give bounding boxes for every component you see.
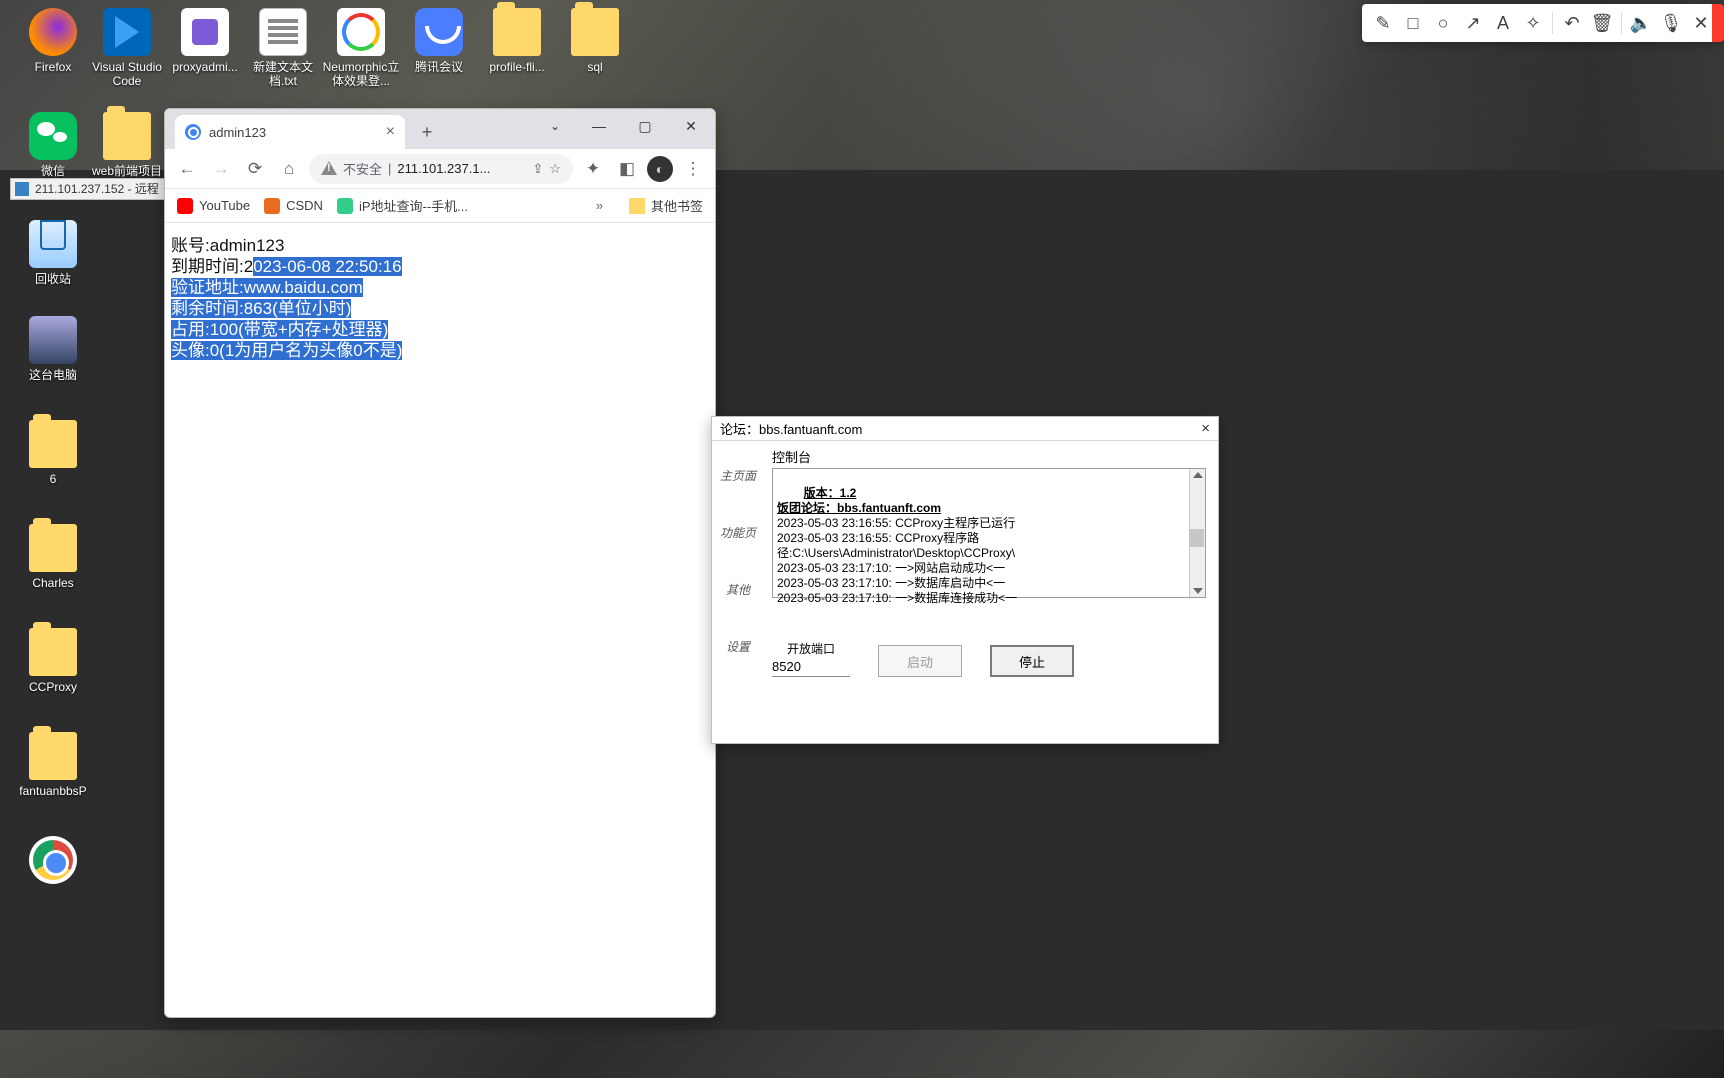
page-line-usage: 占用:100(带宽+内存+处理器) — [171, 319, 709, 340]
page-line-verify: 验证地址:www.baidu.com — [171, 277, 709, 298]
console-side-tabs: 主页面 功能页 其他 设置 — [712, 441, 764, 743]
arrow-icon[interactable]: ↗ — [1458, 8, 1488, 38]
icon-sql[interactable]: sql — [556, 8, 634, 74]
icon-fantuanbbsp[interactable]: fantuanbbsP — [14, 732, 92, 798]
icon-web-frontend[interactable]: web前端项目 — [88, 112, 166, 178]
log-body: 2023-05-03 23:16:55: CCProxy主程序已运行 2023-… — [777, 516, 1017, 605]
page-line-remaining: 剩余时间:863(单位小时) — [171, 298, 709, 319]
address-bar[interactable]: 不安全 | 211.101.237.1... ⇪ ☆ — [309, 154, 573, 184]
chrome-window: admin123 × + ⌄ — ▢ ✕ ← → ⟳ ⌂ 不安全 | 211.1… — [164, 108, 716, 1018]
icon-proxyadmin[interactable]: proxyadmi... — [166, 8, 244, 74]
icon-wechat[interactable]: 微信 — [14, 112, 92, 178]
console-panel-label: 控制台 — [772, 447, 1206, 466]
insecure-warning-icon — [321, 161, 337, 177]
icon-ccproxy[interactable]: CCProxy — [14, 628, 92, 694]
start-button[interactable]: 启动 — [878, 645, 962, 677]
bookmark-ip-lookup[interactable]: iP地址查询--手机... — [337, 196, 468, 215]
chevron-down-icon[interactable]: ⌄ — [535, 111, 575, 141]
trash-icon[interactable]: 🗑 — [1587, 8, 1617, 38]
icon-recycle-bin[interactable]: 回收站 — [14, 210, 92, 286]
page-line-expiry: 到期时间:2023-06-08 22:50:16 — [171, 256, 709, 277]
chrome-toolbar: ← → ⟳ ⌂ 不安全 | 211.101.237.1... ⇪ ☆ ✦ ◧ ◐… — [165, 149, 715, 189]
url-text: 211.101.237.1... — [397, 161, 490, 176]
page-line-account: 账号:admin123 — [171, 235, 709, 256]
text-icon[interactable]: A — [1488, 8, 1518, 38]
console-window: 论坛：bbs.fantuanft.com × 主页面 功能页 其他 设置 控制台… — [711, 416, 1219, 744]
tab-other[interactable]: 其他 — [726, 581, 750, 598]
icon-profile-fli[interactable]: profile-fli... — [478, 8, 556, 74]
maximize-button[interactable]: ▢ — [623, 111, 667, 141]
url-separator: | — [388, 161, 391, 176]
icon-firefox[interactable]: Firefox — [14, 8, 92, 74]
chrome-tabstrip: admin123 × + ⌄ — ▢ ✕ — [165, 109, 715, 149]
bookmarks-overflow[interactable]: » — [596, 198, 603, 213]
search-icon — [185, 124, 201, 140]
icon-charles[interactable]: Charles — [14, 524, 92, 590]
chrome-tab[interactable]: admin123 × — [175, 115, 405, 149]
icon-chrome[interactable] — [14, 836, 92, 888]
page-line-avatar: 头像:0(1为用户名为头像0不是) — [171, 340, 709, 361]
icon-neumorphic[interactable]: Neumorphic立体效果登... — [322, 8, 400, 88]
console-titlebar[interactable]: 论坛：bbs.fantuanft.com × — [712, 417, 1218, 441]
circle-icon[interactable]: ○ — [1428, 8, 1458, 38]
icon-vscode[interactable]: Visual Studio Code — [88, 8, 166, 88]
port-input[interactable] — [772, 657, 850, 677]
home-button[interactable]: ⌂ — [275, 155, 303, 183]
reload-button[interactable]: ⟳ — [241, 155, 269, 183]
bookmarks-bar: YouTube CSDN iP地址查询--手机... » 其他书签 — [165, 189, 715, 223]
icon-new-text-doc[interactable]: 新建文本文档.txt — [244, 8, 322, 88]
bookmark-youtube[interactable]: YouTube — [177, 198, 250, 214]
extensions-icon[interactable]: ✦ — [579, 155, 607, 183]
icon-tencent-meeting[interactable]: 腾讯会议 — [400, 8, 478, 74]
tab-close-icon[interactable]: × — [386, 123, 395, 141]
menu-icon[interactable]: ⋮ — [679, 155, 707, 183]
stop-button[interactable]: 停止 — [990, 645, 1074, 677]
console-log[interactable]: 版本：1.2 饭团论坛：bbs.fantuanft.com 2023-05-03… — [772, 468, 1206, 598]
back-button[interactable]: ← — [173, 155, 201, 183]
speaker-icon[interactable]: 🔈 — [1626, 8, 1656, 38]
console-title: 论坛：bbs.fantuanft.com — [720, 419, 862, 438]
undo-icon[interactable]: ↶ — [1557, 8, 1587, 38]
ip-lookup-icon — [337, 198, 353, 214]
tab-settings[interactable]: 设置 — [726, 638, 750, 655]
share-icon[interactable]: ⇪ — [532, 161, 543, 177]
star-icon[interactable]: ☆ — [549, 161, 561, 177]
forward-button[interactable]: → — [207, 155, 235, 183]
security-text: 不安全 — [343, 159, 382, 178]
console-close-icon[interactable]: × — [1201, 420, 1210, 437]
minimize-button[interactable]: — — [577, 111, 621, 141]
square-icon[interactable]: □ — [1398, 8, 1428, 38]
port-label: 开放端口 — [772, 640, 850, 657]
youtube-icon — [177, 198, 193, 214]
csdn-icon — [264, 198, 280, 214]
pencil-icon[interactable]: ✎ — [1368, 8, 1398, 38]
mic-icon[interactable]: 🎙 — [1656, 8, 1686, 38]
tab-main[interactable]: 主页面 — [720, 467, 756, 484]
magic-icon[interactable]: ✧ — [1518, 8, 1548, 38]
new-tab-button[interactable]: + — [413, 118, 441, 146]
folder-icon — [629, 198, 645, 214]
tab-features[interactable]: 功能页 — [720, 524, 756, 541]
sidepanel-icon[interactable]: ◧ — [613, 155, 641, 183]
annotation-toolbar: ✎ □ ○ ↗ A ✧ ↶ 🗑 🔈 🎙 ✕ — [1362, 4, 1722, 42]
other-bookmarks[interactable]: 其他书签 — [629, 196, 703, 215]
icon-this-pc[interactable]: 这台电脑 — [14, 316, 92, 382]
scrollbar-thumb[interactable] — [1190, 529, 1204, 547]
icon-folder-6[interactable]: 6 — [14, 420, 92, 486]
window-close-button[interactable]: ✕ — [669, 111, 713, 141]
bookmark-csdn[interactable]: CSDN — [264, 198, 323, 214]
page-content: 账号:admin123 到期时间:2023-06-08 22:50:16 验证地… — [165, 223, 715, 1017]
toolbar-record-indicator — [1712, 4, 1724, 42]
log-header: 版本：1.2 饭团论坛：bbs.fantuanft.com — [777, 486, 941, 515]
toolbar-separator — [1621, 12, 1622, 34]
tab-title: admin123 — [209, 125, 266, 140]
profile-avatar[interactable]: ◐ — [647, 156, 673, 182]
toolbar-separator — [1552, 12, 1553, 34]
rdp-taskbar-item[interactable]: 211.101.237.152 - 远程 — [10, 178, 168, 200]
scrollbar[interactable] — [1189, 469, 1205, 597]
